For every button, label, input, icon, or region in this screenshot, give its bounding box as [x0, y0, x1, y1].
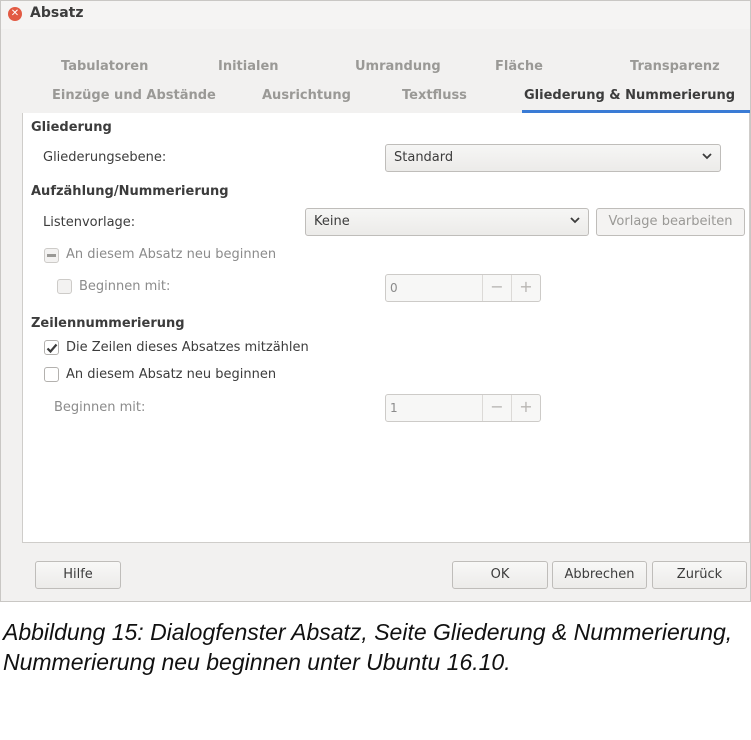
- list-start-with-checkbox[interactable]: [57, 279, 72, 294]
- list-start-with-label: Beginnen mit:: [79, 279, 171, 294]
- tab-strip: Tabulatoren Initialen Umrandung Fläche T…: [22, 53, 750, 113]
- tab-gliederung-nummerierung[interactable]: Gliederung & Nummerierung: [524, 88, 735, 103]
- line-start-with-label: Beginnen mit:: [54, 400, 146, 415]
- list-start-with-value: 0: [390, 281, 398, 295]
- checkmark-icon: [46, 343, 58, 354]
- list-style-select[interactable]: Keine: [305, 208, 589, 236]
- line-restart-checkbox[interactable]: [44, 367, 59, 382]
- chevron-down-icon: [702, 153, 712, 160]
- paragraph-dialog: ✕ Absatz Tabulatoren Initialen Umrandung…: [0, 0, 751, 602]
- tab-flaeche[interactable]: Fläche: [495, 59, 543, 74]
- line-restart-label: An diesem Absatz neu beginnen: [66, 367, 277, 382]
- plus-icon[interactable]: +: [511, 395, 540, 421]
- edit-style-button[interactable]: Vorlage bearbeiten: [596, 208, 745, 236]
- list-heading: Aufzählung/Nummerierung: [31, 184, 229, 199]
- figure-caption: Abbildung 15: Dialogfenster Absatz, Seit…: [3, 619, 733, 675]
- list-style-label: Listenvorlage:: [43, 215, 136, 230]
- tab-initialen[interactable]: Initialen: [218, 59, 279, 74]
- minus-icon[interactable]: −: [482, 395, 511, 421]
- list-style-value: Keine: [314, 214, 350, 229]
- close-icon[interactable]: ✕: [8, 7, 22, 21]
- count-lines-checkbox[interactable]: [44, 340, 59, 355]
- restart-list-label: An diesem Absatz neu beginnen: [66, 247, 277, 262]
- line-start-with-spinbox[interactable]: 1 − +: [385, 394, 541, 422]
- tab-page-panel: Gliederung Gliederungsebene: Standard Au…: [22, 113, 750, 543]
- line-numbering-heading: Zeilennummerierung: [31, 316, 185, 331]
- line-start-with-value: 1: [390, 401, 398, 415]
- reset-button[interactable]: Zurück: [652, 561, 747, 589]
- title-bar: ✕ Absatz: [1, 1, 750, 29]
- tab-transparenz[interactable]: Transparenz: [630, 59, 720, 74]
- ok-button[interactable]: OK: [452, 561, 548, 589]
- list-start-with-spinbox[interactable]: 0 − +: [385, 274, 541, 302]
- tab-tabulatoren[interactable]: Tabulatoren: [61, 59, 148, 74]
- tab-einzuege-abstaende[interactable]: Einzüge und Abstände: [52, 88, 216, 103]
- plus-icon[interactable]: +: [511, 275, 540, 301]
- chevron-down-icon: [570, 217, 580, 224]
- tab-umrandung[interactable]: Umrandung: [355, 59, 441, 74]
- help-button[interactable]: Hilfe: [35, 561, 121, 589]
- tab-ausrichtung[interactable]: Ausrichtung: [262, 88, 351, 103]
- count-lines-label: Die Zeilen dieses Absatzes mitzählen: [66, 340, 309, 355]
- outline-level-select[interactable]: Standard: [385, 144, 721, 172]
- cancel-button[interactable]: Abbrechen: [552, 561, 647, 589]
- outline-level-value: Standard: [394, 150, 454, 165]
- dialog-title: Absatz: [30, 5, 84, 21]
- minus-icon[interactable]: −: [482, 275, 511, 301]
- restart-list-checkbox[interactable]: [44, 248, 59, 263]
- indeterminate-icon: [47, 254, 56, 257]
- outline-heading: Gliederung: [31, 120, 112, 135]
- tab-textfluss[interactable]: Textfluss: [402, 88, 467, 103]
- outline-level-label: Gliederungsebene:: [43, 150, 167, 165]
